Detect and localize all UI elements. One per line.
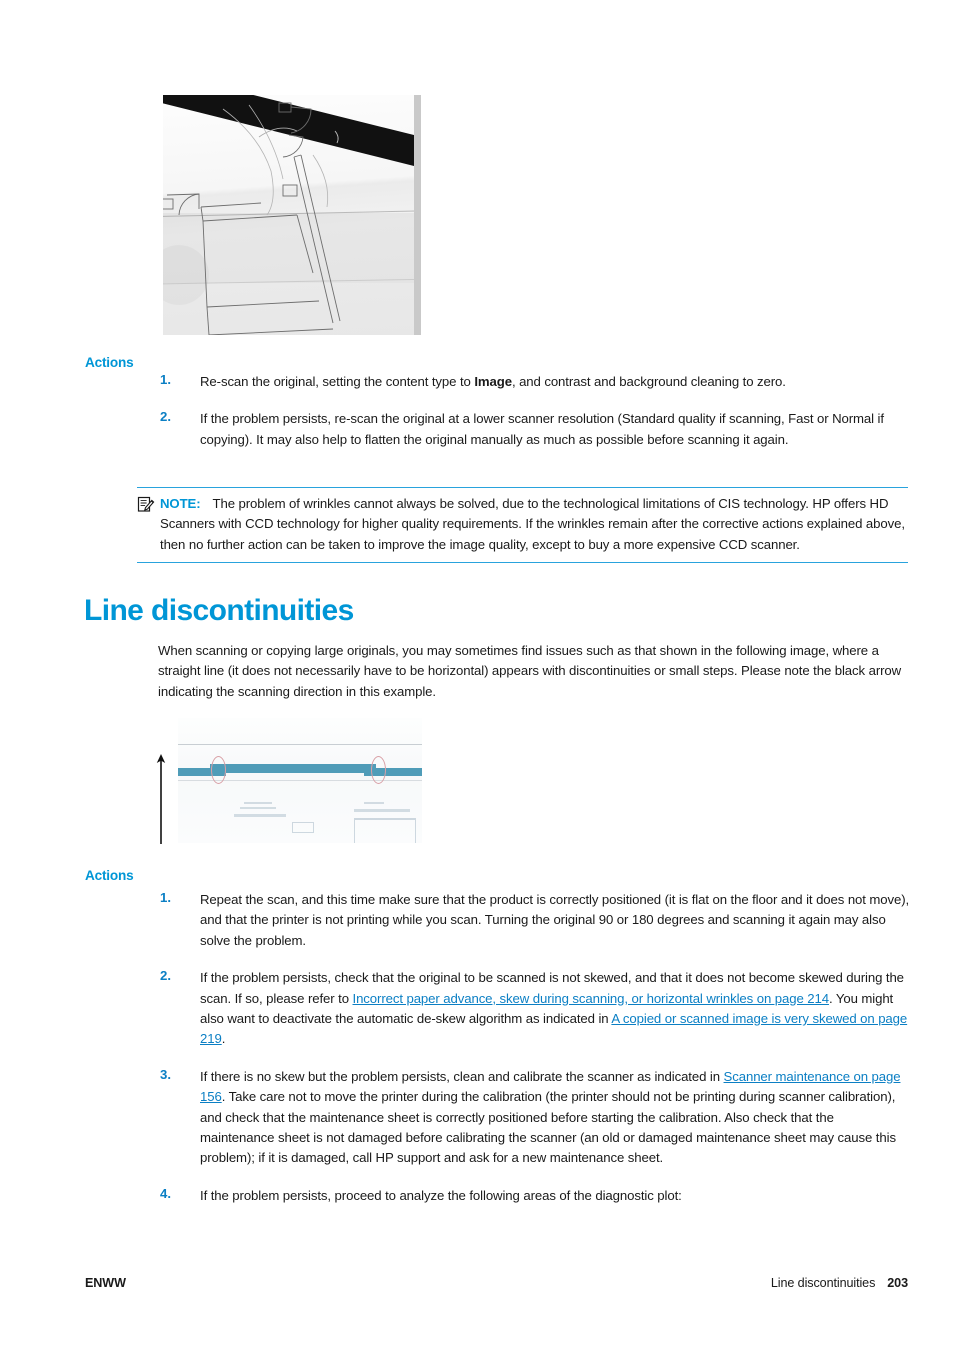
note-body: The problem of wrinkles cannot always be… bbox=[160, 496, 905, 552]
plain-text: . Take care not to move the printer duri… bbox=[200, 1089, 896, 1166]
cross-reference-link[interactable]: Incorrect paper advance, skew during sca… bbox=[353, 991, 830, 1006]
plain-text: . bbox=[221, 1031, 226, 1047]
scan2-hairline-top bbox=[178, 744, 422, 745]
footer-page-number: 203 bbox=[887, 1276, 908, 1290]
scan2-faint-text-1 bbox=[244, 802, 272, 804]
scan2-annotation-ellipse-left bbox=[211, 756, 226, 784]
scan2-faint-symbol bbox=[292, 822, 314, 833]
list-item-text: If the problem persists, proceed to anal… bbox=[200, 1188, 682, 1203]
list-item-number: 1. bbox=[160, 372, 171, 387]
wrinkled-scan-figure bbox=[163, 95, 421, 335]
document-page: Actions 1. Re-scan the original, setting … bbox=[0, 0, 954, 1350]
list-item: 2. If the problem persists, re-scan the o… bbox=[158, 409, 910, 450]
plain-text: If the problem persists, proceed to anal… bbox=[200, 1187, 682, 1203]
actions-label-2: Actions bbox=[85, 868, 134, 883]
note-label: NOTE: bbox=[160, 496, 201, 511]
list-item: 4. If the problem persists, proceed to an… bbox=[158, 1186, 910, 1206]
scan2-annotation-ellipse-right bbox=[371, 756, 386, 784]
note-pencil-icon bbox=[137, 495, 155, 513]
line-discontinuity-figure bbox=[178, 718, 422, 843]
list-item-number: 3. bbox=[160, 1066, 171, 1082]
list-item-number: 1. bbox=[160, 890, 171, 905]
page-title: Line discontinuities bbox=[84, 594, 354, 627]
intro-paragraph: When scanning or copying large originals… bbox=[158, 643, 902, 699]
actions-label-1: Actions bbox=[85, 355, 134, 370]
scan2-blue-line-middle bbox=[210, 764, 376, 773]
list-item: 2. If the problem persists, check that th… bbox=[158, 968, 910, 1050]
plain-text: Re-scan the original, setting the conten… bbox=[200, 374, 475, 389]
plain-text: If the problem persists, re-scan the ori… bbox=[200, 411, 884, 447]
list-item-text: Re-scan the original, setting the conten… bbox=[200, 374, 786, 389]
note-callout: NOTE: The problem of wrinkles cannot alwa… bbox=[137, 487, 908, 564]
list-item-text: If the problem persists, re-scan the ori… bbox=[200, 411, 884, 446]
plain-text: If there is no skew but the problem pers… bbox=[200, 1068, 724, 1084]
actions-list-2: 1. Repeat the scan, and this time make su… bbox=[158, 890, 910, 1206]
scan2-faint-text-2 bbox=[240, 807, 276, 809]
actions-list-1: 1. Re-scan the original, setting the cont… bbox=[158, 372, 910, 450]
footer-chapter-and-page: Line discontinuities 203 bbox=[771, 1276, 908, 1290]
list-item-text: If the problem persists, check that the … bbox=[200, 970, 907, 1046]
plain-text: , and contrast and background cleaning t… bbox=[511, 374, 786, 389]
emphasis-text: Image bbox=[474, 374, 512, 389]
list-item-text: Repeat the scan, and this time make sure… bbox=[200, 892, 909, 948]
plain-text: Repeat the scan, and this time make sure… bbox=[200, 892, 910, 948]
footer-chapter-title: Line discontinuities bbox=[770, 1276, 876, 1290]
list-item: 1. Repeat the scan, and this time make su… bbox=[158, 890, 910, 951]
floorplan-linework-icon bbox=[163, 102, 341, 335]
list-item-number: 2. bbox=[160, 409, 171, 425]
scan-direction-arrow bbox=[154, 752, 168, 846]
up-arrow-icon bbox=[156, 754, 166, 844]
list-item: 1. Re-scan the original, setting the cont… bbox=[158, 372, 910, 392]
list-item: 3. If there is no skew but the problem pe… bbox=[158, 1067, 910, 1169]
list-item-number: 2. bbox=[160, 968, 171, 984]
scan2-faint-detail-box bbox=[354, 818, 416, 843]
scan2-faint-text-5 bbox=[354, 809, 410, 812]
list-item-number: 4. bbox=[160, 1185, 171, 1201]
scan2-faint-text-3 bbox=[234, 814, 286, 817]
scan2-faint-text-4 bbox=[364, 802, 384, 804]
footer-locale: ENWW bbox=[85, 1276, 126, 1290]
list-item-text: If there is no skew but the problem pers… bbox=[200, 1068, 901, 1166]
